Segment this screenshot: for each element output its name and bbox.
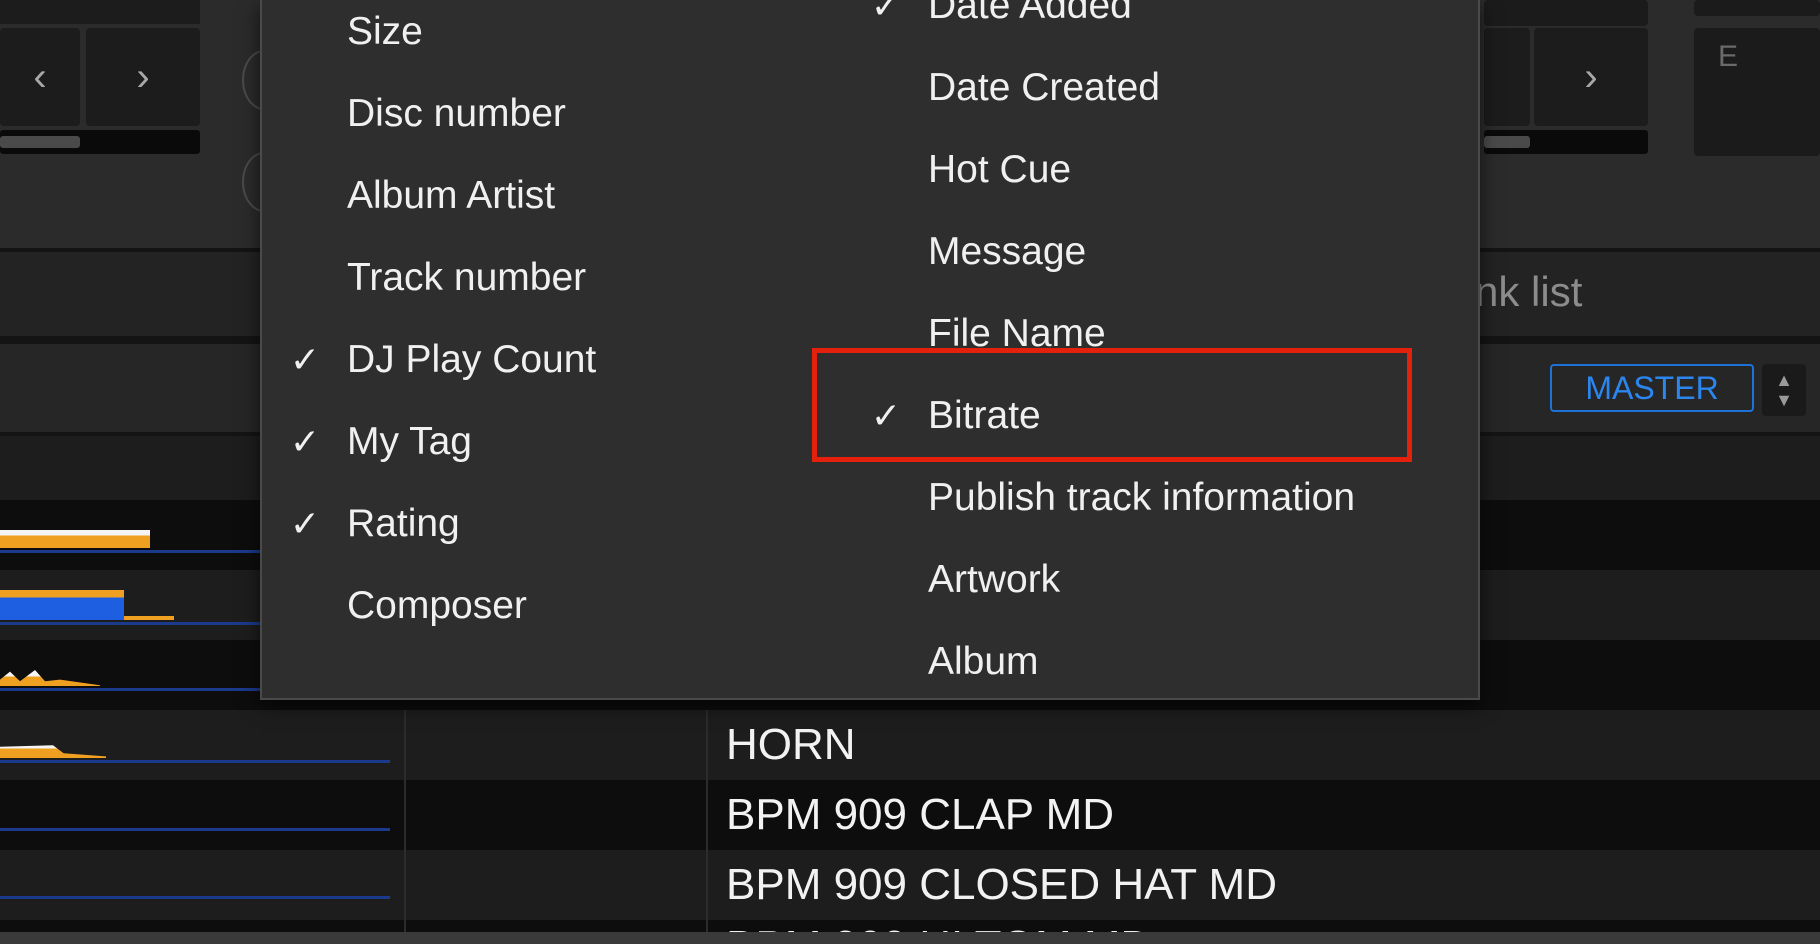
corner-label: E (1718, 40, 1739, 73)
nav-prev-button[interactable]: ‹ (0, 28, 80, 126)
menu-item-label: Artwork (928, 558, 1061, 601)
highlight-box (812, 348, 1412, 462)
menu-item-my-tag[interactable]: ✓ My Tag (290, 412, 472, 472)
bottom-scroll-edge (0, 932, 1820, 944)
menu-item-message[interactable]: Message (928, 222, 1086, 282)
track-title: BPM 909 CLAP MD (726, 790, 1115, 839)
waveform (0, 590, 124, 620)
menu-item-label: Date Added (928, 0, 1132, 27)
column-divider (404, 780, 406, 850)
left-nav-group: ‹ › (0, 28, 200, 126)
waveform (0, 530, 150, 548)
menu-item-label: DJ Play Count (347, 338, 597, 381)
menu-item-label: Album Artist (347, 174, 556, 217)
right-top-box (1694, 0, 1820, 16)
waveform-baseline (0, 622, 260, 625)
checkmark-icon: ✓ (289, 339, 321, 380)
chevron-left-icon: ‹ (33, 54, 47, 99)
waveform-tail (124, 616, 174, 620)
menu-item-track-number[interactable]: Track number (347, 248, 586, 308)
track-title: BPM 909 CLOSED HAT MD (726, 860, 1277, 909)
menu-item-date-created[interactable]: Date Created (928, 58, 1160, 118)
waveform-cell (0, 710, 402, 780)
left-scrollbar[interactable] (0, 130, 200, 154)
menu-item-label: Message (928, 230, 1087, 273)
chevron-up-icon: ▲ (1775, 370, 1793, 390)
waveform-baseline (0, 688, 260, 691)
right-scrollbar-thumb[interactable] (1484, 136, 1530, 148)
right-panel-box: E (1694, 28, 1820, 156)
menu-item-label: Size (347, 10, 423, 53)
waveform (0, 745, 106, 758)
right-nav-next-button[interactable]: › (1534, 28, 1648, 126)
menu-item-label: Hot Cue (928, 148, 1072, 191)
table-row[interactable]: BPM 909 CLAP MD (0, 780, 1820, 850)
menu-item-album-artist[interactable]: Album Artist (347, 166, 555, 226)
chevron-down-icon: ▼ (1775, 390, 1793, 410)
waveform-baseline (0, 550, 260, 553)
column-divider (404, 710, 406, 780)
checkmark-icon: ✓ (289, 421, 321, 462)
top-right-block (1484, 0, 1648, 26)
menu-item-label: My Tag (347, 420, 472, 463)
top-left-block (0, 0, 200, 24)
menu-item-date-added[interactable]: ✓ Date Added (871, 0, 1132, 36)
menu-item-composer[interactable]: Composer (347, 576, 527, 636)
waveform-cell (0, 850, 402, 920)
menu-item-publish-track-information[interactable]: Publish track information (928, 468, 1355, 528)
master-stepper[interactable]: ▲ ▼ (1762, 364, 1806, 416)
right-nav-group: › (1484, 28, 1648, 126)
table-row[interactable]: HORN (0, 710, 1820, 780)
menu-item-label: Disc number (347, 92, 566, 135)
tab-link-list[interactable]: nk list (1475, 268, 1582, 316)
menu-item-label: Track number (347, 256, 587, 299)
right-nav-prev-button[interactable] (1484, 28, 1530, 126)
menu-item-rating[interactable]: ✓ Rating (290, 494, 460, 554)
menu-item-label: Publish track information (928, 476, 1356, 519)
column-divider (706, 850, 708, 920)
checkmark-icon: ✓ (870, 0, 902, 26)
waveform-baseline (0, 896, 390, 899)
column-divider (706, 780, 708, 850)
menu-item-disc-number[interactable]: Disc number (347, 84, 566, 144)
chevron-right-icon: › (136, 54, 150, 99)
menu-item-label: Composer (347, 584, 527, 627)
table-row[interactable]: BPM 909 CLOSED HAT MD (0, 850, 1820, 920)
menu-item-dj-play-count[interactable]: ✓ DJ Play Count (290, 330, 597, 390)
menu-item-size[interactable]: Size (347, 2, 423, 62)
menu-item-album[interactable]: Album (928, 632, 1039, 692)
master-button[interactable]: MASTER (1550, 364, 1754, 412)
menu-item-label: Date Created (928, 66, 1160, 109)
menu-item-hot-cue[interactable]: Hot Cue (928, 140, 1071, 200)
left-scrollbar-thumb[interactable] (0, 136, 80, 148)
chevron-right-icon: › (1584, 54, 1598, 99)
right-scrollbar[interactable] (1484, 130, 1648, 154)
menu-item-label: Rating (347, 502, 460, 545)
waveform (0, 670, 100, 686)
waveform-baseline (0, 828, 390, 831)
track-title: HORN (726, 720, 856, 769)
checkmark-icon: ✓ (289, 503, 321, 544)
nav-next-button[interactable]: › (86, 28, 200, 126)
waveform-baseline (0, 760, 390, 763)
menu-item-label: Album (928, 640, 1039, 683)
column-select-menu: Size Disc number Album Artist Track number ✓… (260, 0, 1480, 700)
waveform-cell (0, 780, 402, 850)
column-divider (404, 850, 406, 920)
column-divider (706, 710, 708, 780)
menu-item-artwork[interactable]: Artwork (928, 550, 1060, 610)
